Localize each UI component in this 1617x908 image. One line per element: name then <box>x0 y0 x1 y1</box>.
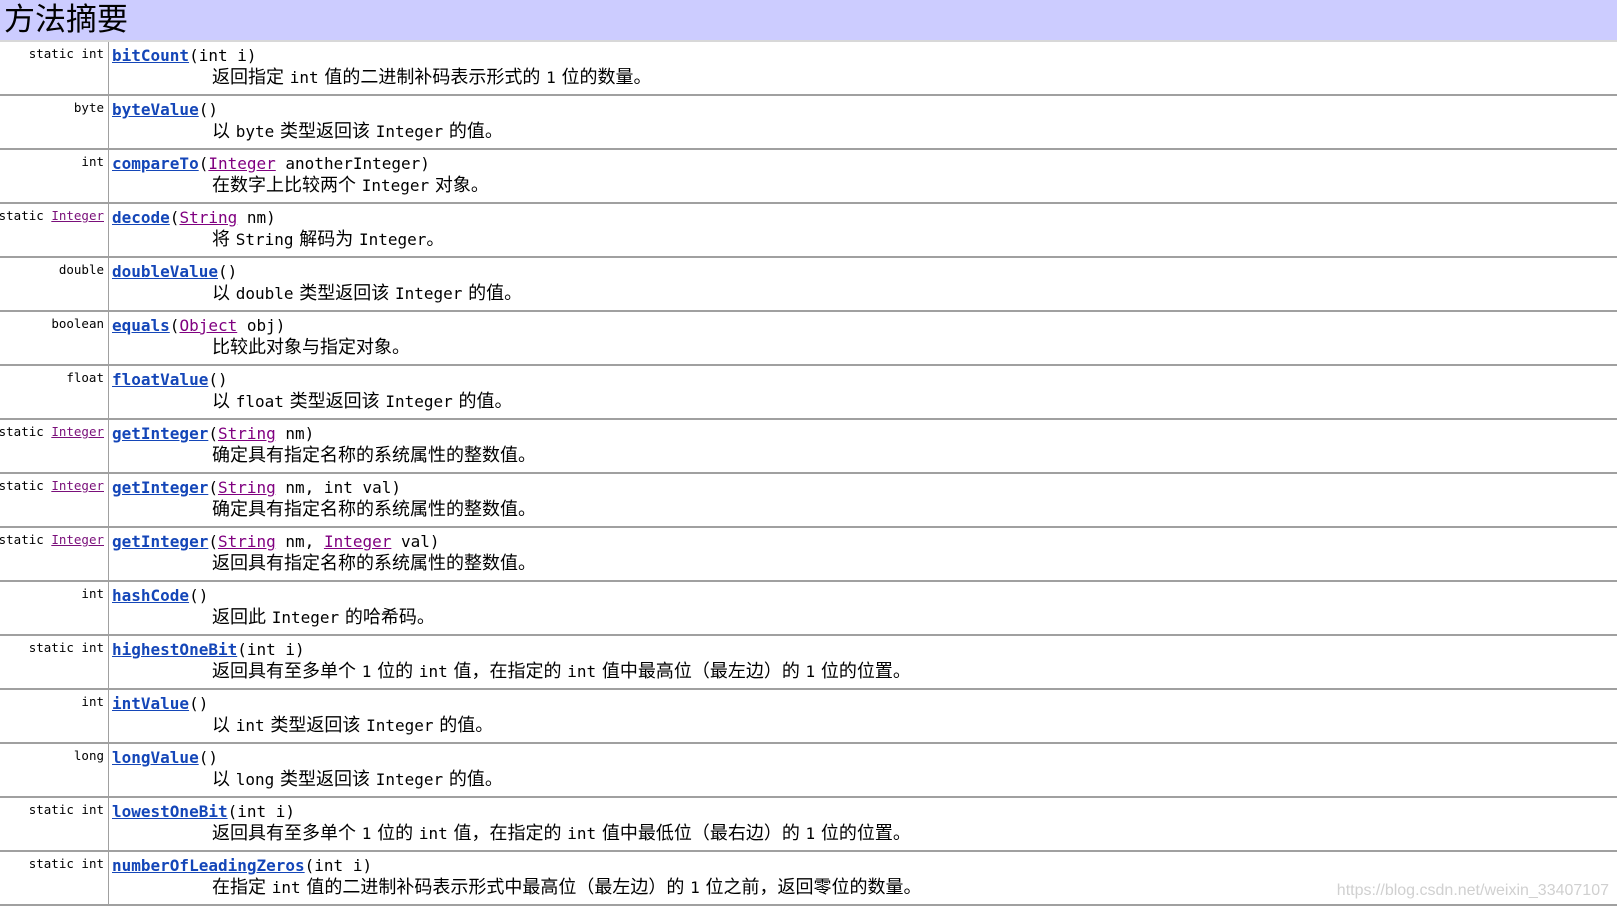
method-signature: getInteger(String nm, Integer val) <box>112 532 440 551</box>
method-link-getinteger[interactable]: getInteger <box>112 478 208 497</box>
method-row: static int highestOneBit(int i) 返回具有至多单个 1… <box>0 636 1617 690</box>
method-link-compareto[interactable]: compareTo <box>112 154 199 173</box>
method-signature: hashCode() <box>112 586 209 605</box>
method-signature: getInteger(String nm) <box>112 424 315 443</box>
method-description: 返回具有指定名称的系统属性的整数值。 <box>212 553 536 574</box>
method-link-intvalue[interactable]: intValue <box>112 694 189 713</box>
method-link-doublevalue[interactable]: doubleValue <box>112 262 218 281</box>
method-link-hashcode[interactable]: hashCode <box>112 586 189 605</box>
method-row: static Integer getInteger(String nm, int … <box>0 474 1617 528</box>
method-signature: compareTo(Integer anotherInteger) <box>112 154 430 173</box>
method-modifier: static Integer <box>0 532 104 547</box>
method-modifier: static Integer <box>0 424 104 439</box>
method-link-longvalue[interactable]: longValue <box>112 748 199 767</box>
method-signature: lowestOneBit(int i) <box>112 802 296 821</box>
method-description: 以 int 类型返回该 Integer 的值。 <box>212 715 494 736</box>
method-row: long longValue() 以 long 类型返回该 Integer 的值。 <box>0 744 1617 798</box>
method-modifier: float <box>66 370 104 385</box>
type-link-integer[interactable]: Integer <box>51 424 104 439</box>
method-description: 返回此 Integer 的哈希码。 <box>212 607 435 628</box>
method-description: 在数字上比较两个 Integer 对象。 <box>212 175 489 196</box>
method-signature: bitCount(int i) <box>112 46 257 65</box>
method-modifier: static int <box>28 640 104 655</box>
method-link-equals[interactable]: equals <box>112 316 170 335</box>
method-signature: getInteger(String nm, int val) <box>112 478 401 497</box>
method-modifier: double <box>58 262 104 277</box>
method-row: double doubleValue() 以 double 类型返回该 Intege… <box>0 258 1617 312</box>
method-description: 返回指定 int 值的二进制补码表示形式的 1 位的数量。 <box>212 67 652 88</box>
type-link-string[interactable]: String <box>218 424 276 443</box>
method-modifier: static Integer <box>0 478 104 493</box>
method-description: 将 String 解码为 Integer。 <box>212 229 445 250</box>
type-link-string[interactable]: String <box>218 478 276 497</box>
method-description: 确定具有指定名称的系统属性的整数值。 <box>212 499 536 520</box>
method-row: static Integer decode(String nm) 将 String … <box>0 204 1617 258</box>
method-row: int intValue() 以 int 类型返回该 Integer 的值。 <box>0 690 1617 744</box>
method-link-getinteger[interactable]: getInteger <box>112 424 208 443</box>
method-signature: floatValue() <box>112 370 228 389</box>
method-row: static Integer getInteger(String nm) 确定具有指… <box>0 420 1617 474</box>
method-row: static int bitCount(int i) 返回指定 int 值的二进制补… <box>0 42 1617 96</box>
method-signature: equals(Object obj) <box>112 316 286 335</box>
type-link-object[interactable]: Object <box>179 316 237 335</box>
type-link-integer[interactable]: Integer <box>208 154 275 173</box>
method-link-floatvalue[interactable]: floatValue <box>112 370 208 389</box>
method-row: static Integer getInteger(String nm, Inte… <box>0 528 1617 582</box>
method-description: 返回具有至多单个 1 位的 int 值，在指定的 int 值中最高位（最左边）的… <box>212 661 911 682</box>
method-signature: numberOfLeadingZeros(int i) <box>112 856 373 875</box>
method-signature: decode(String nm) <box>112 208 276 227</box>
method-summary-header: 方法摘要 <box>0 0 1617 42</box>
method-signature: doubleValue() <box>112 262 238 281</box>
type-link-string[interactable]: String <box>218 532 276 551</box>
method-summary-table: static int bitCount(int i) 返回指定 int 值的二进制补… <box>0 42 1617 906</box>
method-row: int hashCode() 返回此 Integer 的哈希码。 <box>0 582 1617 636</box>
method-row: float floatValue() 以 float 类型返回该 Integer 的… <box>0 366 1617 420</box>
method-modifier: boolean <box>51 316 104 331</box>
method-signature: longValue() <box>112 748 218 767</box>
method-link-bytevalue[interactable]: byteValue <box>112 100 199 119</box>
watermark: https://blog.csdn.net/weixin_33407107 <box>1336 882 1609 899</box>
method-link-bitcount[interactable]: bitCount <box>112 46 189 65</box>
method-row: static int lowestOneBit(int i) 返回具有至多单个 1 … <box>0 798 1617 852</box>
method-row: byte byteValue() 以 byte 类型返回该 Integer 的值。 <box>0 96 1617 150</box>
method-description: 以 long 类型返回该 Integer 的值。 <box>212 769 503 790</box>
method-link-lowestonebit[interactable]: lowestOneBit <box>112 802 228 821</box>
method-description: 以 byte 类型返回该 Integer 的值。 <box>212 121 503 142</box>
method-modifier: static int <box>28 46 104 61</box>
method-modifier: int <box>81 586 104 601</box>
method-modifier: int <box>81 154 104 169</box>
method-description: 比较此对象与指定对象。 <box>212 337 410 358</box>
method-signature: intValue() <box>112 694 209 713</box>
method-link-getinteger[interactable]: getInteger <box>112 532 208 551</box>
method-description: 确定具有指定名称的系统属性的整数值。 <box>212 445 536 466</box>
method-modifier: static int <box>28 856 104 871</box>
method-link-highestonebit[interactable]: highestOneBit <box>112 640 237 659</box>
method-modifier: static int <box>28 802 104 817</box>
method-modifier: static Integer <box>0 208 104 223</box>
method-link-numberofleadingzeros[interactable]: numberOfLeadingZeros <box>112 856 305 875</box>
type-link-integer[interactable]: Integer <box>51 478 104 493</box>
method-description: 以 double 类型返回该 Integer 的值。 <box>212 283 523 304</box>
method-link-decode[interactable]: decode <box>112 208 170 227</box>
method-modifier: long <box>73 748 104 763</box>
type-link-integer[interactable]: Integer <box>51 208 104 223</box>
method-description: 以 float 类型返回该 Integer 的值。 <box>212 391 513 412</box>
page-title: 方法摘要 <box>4 2 128 38</box>
method-signature: highestOneBit(int i) <box>112 640 305 659</box>
type-link-integer[interactable]: Integer <box>324 532 391 551</box>
method-row: boolean equals(Object obj) 比较此对象与指定对象。 <box>0 312 1617 366</box>
method-description: 在指定 int 值的二进制补码表示形式中最高位（最左边）的 1 位之前，返回零位… <box>212 877 922 898</box>
type-link-string[interactable]: String <box>179 208 237 227</box>
method-description: 返回具有至多单个 1 位的 int 值，在指定的 int 值中最低位（最右边）的… <box>212 823 911 844</box>
method-modifier: byte <box>73 100 104 115</box>
method-signature: byteValue() <box>112 100 218 119</box>
method-row: int compareTo(Integer anotherInteger) 在数字上… <box>0 150 1617 204</box>
type-link-integer[interactable]: Integer <box>51 532 104 547</box>
method-modifier: int <box>81 694 104 709</box>
